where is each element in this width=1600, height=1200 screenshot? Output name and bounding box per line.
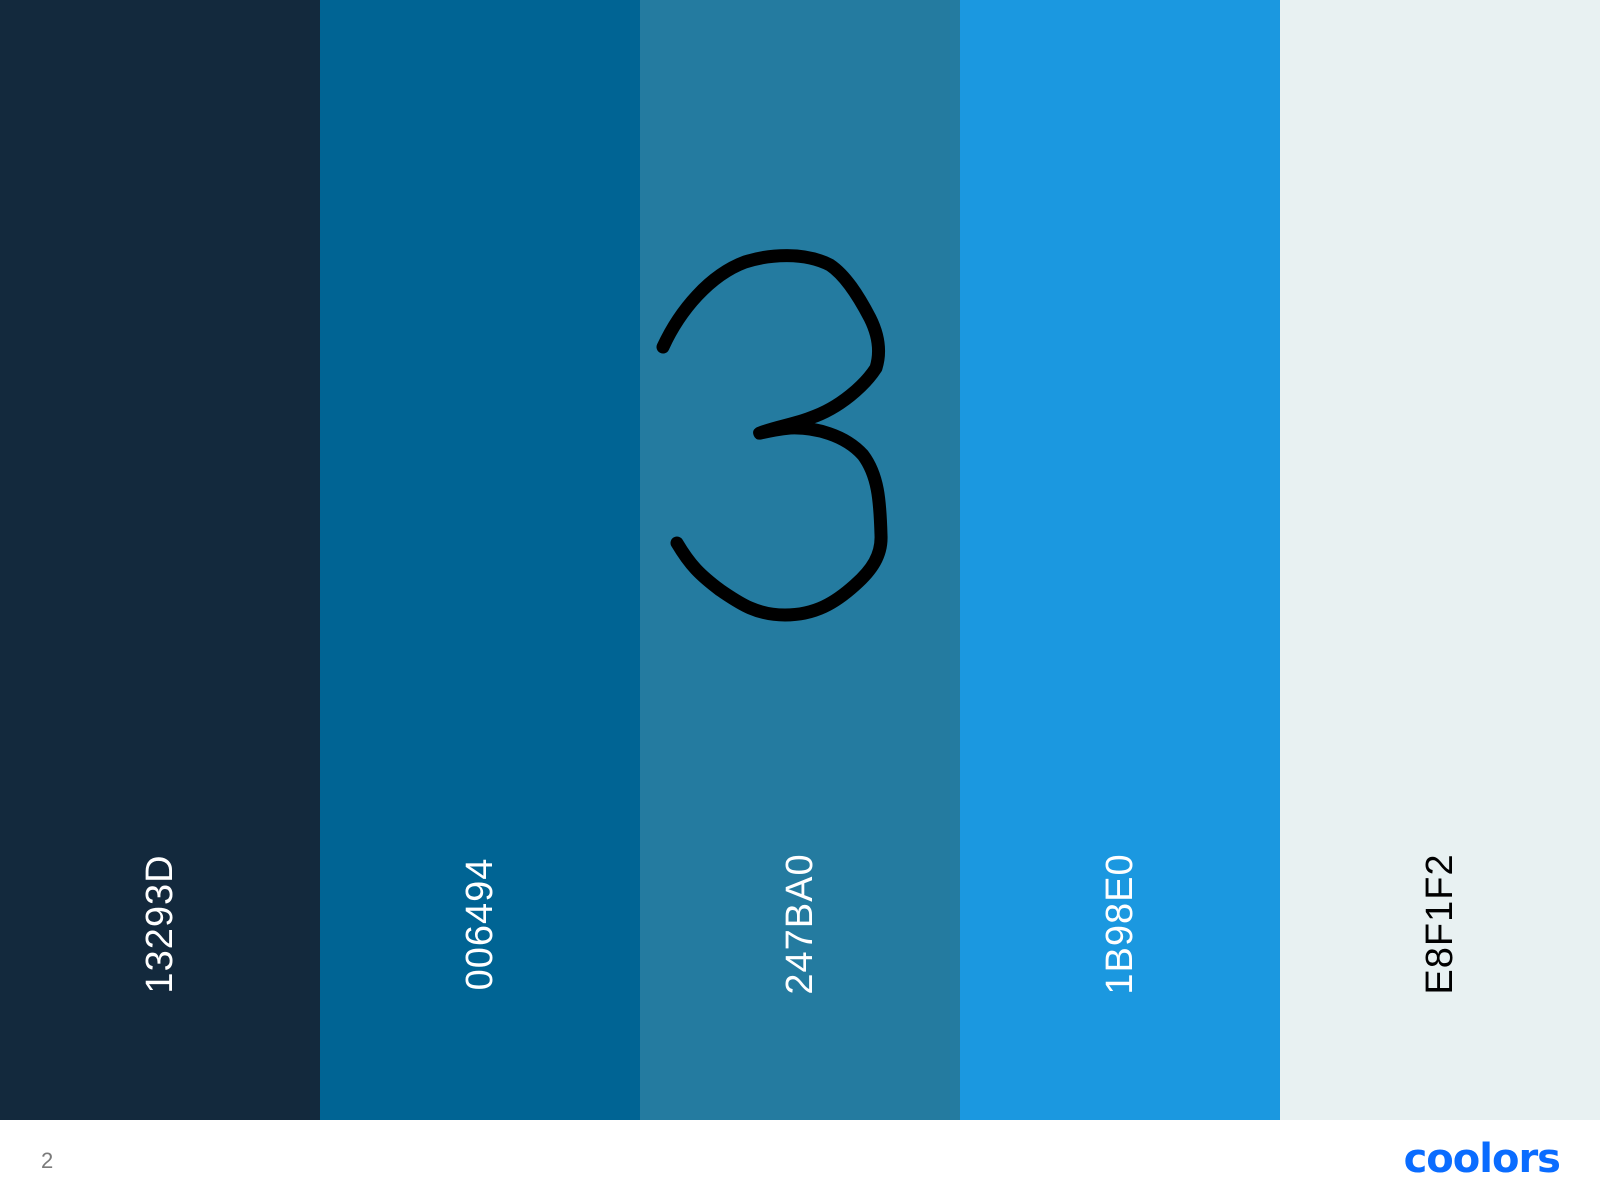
coolors-logo[interactable]: coolors: [1404, 1136, 1561, 1182]
swatch-e8f1f2[interactable]: E8F1F2: [1280, 0, 1600, 1120]
swatch-1b98e0[interactable]: 1B98E0: [960, 0, 1280, 1120]
swatch-hex-label: 247BA0: [779, 853, 821, 995]
palette-page: 13293D 006494 247BA0 1B98E0 E8F1F2 2 coo…: [0, 0, 1600, 1200]
swatch-247ba0[interactable]: 247BA0: [640, 0, 960, 1120]
swatch-hex-label: 1B98E0: [1099, 853, 1141, 995]
swatch-hex-label: 006494: [459, 857, 501, 991]
swatch-006494[interactable]: 006494: [320, 0, 640, 1120]
footer: 2 coolors: [0, 1120, 1600, 1200]
swatch-hex-label: 13293D: [139, 854, 181, 994]
color-palette: 13293D 006494 247BA0 1B98E0 E8F1F2: [0, 0, 1600, 1120]
page-number: 2: [41, 1148, 54, 1173]
swatch-hex-label: E8F1F2: [1419, 853, 1461, 995]
swatch-13293d[interactable]: 13293D: [0, 0, 320, 1120]
